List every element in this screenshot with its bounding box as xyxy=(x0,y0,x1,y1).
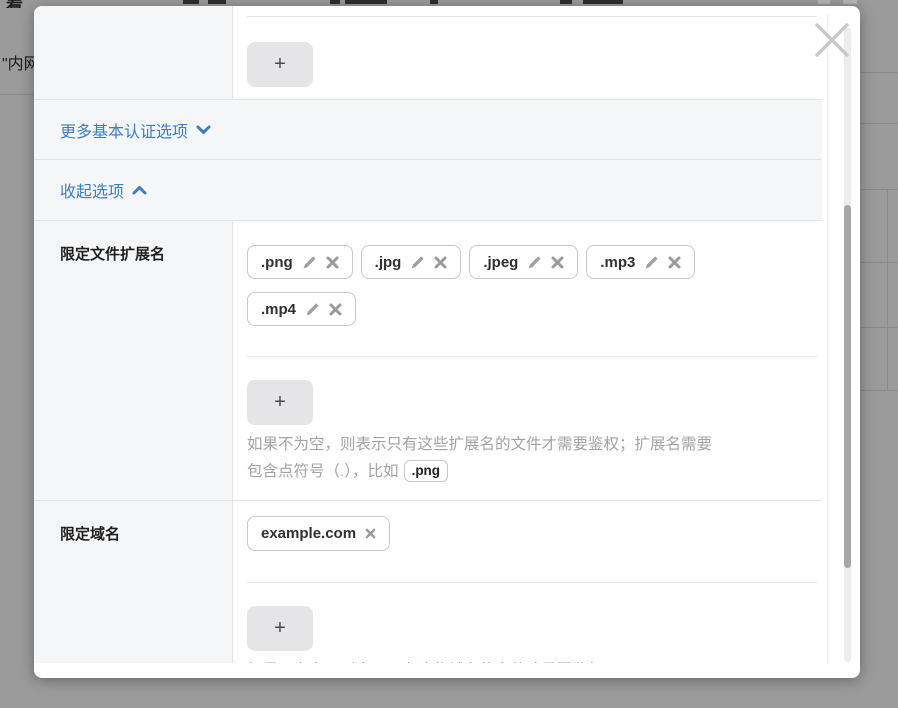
edit-icon[interactable] xyxy=(305,302,320,317)
background-clipped-text: 看 xyxy=(6,0,23,8)
dialog-scroll-area: + 更多基本认证选项 收起选项 限定文件扩展名 xyxy=(34,6,822,663)
background-text-fragment xyxy=(843,0,857,4)
edit-icon[interactable] xyxy=(527,255,542,270)
background-text-fragment xyxy=(330,0,340,4)
background-table-line xyxy=(0,194,13,195)
form-content-cell: + xyxy=(233,6,822,99)
divider xyxy=(247,582,817,583)
file-extensions-label: 限定文件扩展名 xyxy=(34,221,233,500)
form-row-more-options: 更多基本认证选项 xyxy=(34,100,822,160)
chevron-up-icon xyxy=(132,185,147,195)
help-example-badge: .png xyxy=(404,460,449,482)
tag-label: example.com xyxy=(261,525,356,542)
form-label-cell xyxy=(34,6,233,99)
tag-ext-jpeg: .jpeg xyxy=(469,245,578,279)
tag-ext-jpg: .jpg xyxy=(361,245,462,279)
tag-label: .mp3 xyxy=(600,254,635,271)
tag-label: .png xyxy=(261,254,293,271)
scrollbar-thumb[interactable] xyxy=(844,205,851,568)
form-row-collapse-options: 收起选项 xyxy=(34,160,822,221)
background-table-line xyxy=(861,327,898,328)
background-table-line xyxy=(861,123,898,124)
collapse-options-link[interactable]: 收起选项 xyxy=(60,178,147,202)
edit-icon[interactable] xyxy=(410,255,425,270)
edit-icon[interactable] xyxy=(644,255,659,270)
background-text-fragment xyxy=(345,0,387,4)
remove-icon[interactable] xyxy=(329,303,342,316)
background-text-fragment xyxy=(183,0,199,4)
background-text-fragment xyxy=(560,0,572,4)
remove-icon[interactable] xyxy=(326,256,339,269)
close-icon[interactable] xyxy=(810,18,854,62)
divider xyxy=(247,16,817,17)
tag-label: .jpg xyxy=(375,254,402,271)
more-auth-options-link[interactable]: 更多基本认证选项 xyxy=(60,118,211,142)
background-text-fragment xyxy=(430,0,438,4)
background-table-line xyxy=(0,94,34,95)
extensions-help-text: 如果不为空，则表示只有这些扩展名的文件才需要鉴权；扩展名需要 包含点符号（.），… xyxy=(247,431,817,485)
collapse-options-label: 收起选项 xyxy=(60,178,124,202)
remove-icon[interactable] xyxy=(365,528,376,539)
background-table-line xyxy=(887,189,888,390)
chevron-down-icon xyxy=(196,125,211,135)
form-content-cell: example.com + 如果不为空，则表示只有这些域名的文件才需要鉴权 xyxy=(233,501,822,663)
background-table-line xyxy=(861,189,898,190)
background-table-line xyxy=(861,390,898,391)
settings-dialog: + 更多基本认证选项 收起选项 限定文件扩展名 xyxy=(34,6,860,678)
remove-icon[interactable] xyxy=(551,256,564,269)
tag-label: .mp4 xyxy=(261,301,296,318)
form-row-clipped: + xyxy=(34,6,822,100)
background-table-line xyxy=(861,262,898,263)
divider xyxy=(247,356,817,357)
edit-icon[interactable] xyxy=(302,255,317,270)
domains-help-text: 如果不为空，则表示只有这些域名的文件才需要鉴权 xyxy=(247,657,817,663)
background-table-line xyxy=(0,144,13,145)
tag-ext-mp4: .mp4 xyxy=(247,292,356,326)
background-text-fragment xyxy=(818,0,830,4)
form-content-cell: .png .jpg .jpeg .mp3 xyxy=(233,221,822,500)
extension-tag-list: .png .jpg .jpeg .mp3 xyxy=(247,221,727,326)
tag-label: .jpeg xyxy=(483,254,518,271)
domains-label: 限定域名 xyxy=(34,501,233,663)
form-row-file-extensions: 限定文件扩展名 .png .jpg .jpeg xyxy=(34,221,822,501)
add-item-button[interactable]: + xyxy=(247,42,313,87)
domain-tag-list: example.com xyxy=(247,501,727,551)
background-text-fragment xyxy=(208,0,226,4)
help-line-2: 包含点符号（.），比如 xyxy=(247,463,399,480)
remove-icon[interactable] xyxy=(434,256,447,269)
remove-icon[interactable] xyxy=(668,256,681,269)
add-extension-button[interactable]: + xyxy=(247,380,313,425)
tag-domain-example: example.com xyxy=(247,516,390,551)
background-text-fragment xyxy=(583,0,623,4)
help-line-1: 如果不为空，则表示只有这些扩展名的文件才需要鉴权；扩展名需要 xyxy=(247,436,712,453)
tag-ext-mp3: .mp3 xyxy=(586,245,695,279)
content-edge-line xyxy=(827,14,828,662)
add-domain-button[interactable]: + xyxy=(247,606,313,651)
more-auth-options-label: 更多基本认证选项 xyxy=(60,118,188,142)
background-table-line xyxy=(861,72,898,73)
tag-ext-png: .png xyxy=(247,245,353,279)
form-row-domains: 限定域名 example.com + 如果不为空，则表示只有这些域名的文件才需要… xyxy=(34,501,822,663)
